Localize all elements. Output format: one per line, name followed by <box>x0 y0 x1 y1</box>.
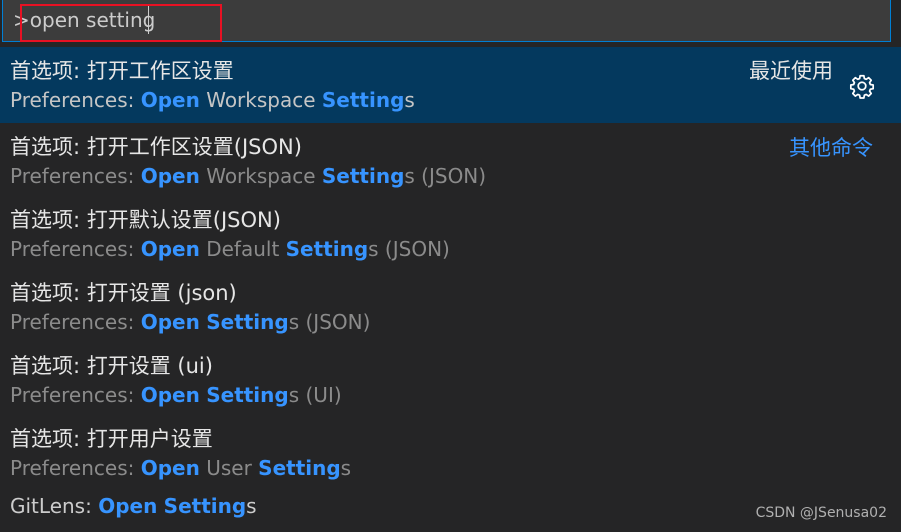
gear-icon[interactable] <box>849 73 875 99</box>
item-detail: Preferences: Open Workspace Settings <box>10 88 415 112</box>
item-label: GitLens: Open Settings <box>10 494 257 518</box>
item-detail: Preferences: Open Default Settings (JSON… <box>10 237 450 261</box>
list-item-open-user-settings[interactable]: 首选项: 打开用户设置 Preferences: Open User Setti… <box>0 415 901 488</box>
item-label: 首选项: 打开用户设置 <box>10 427 213 451</box>
item-label: 首选项: 打开工作区设置(JSON) <box>10 135 302 159</box>
item-label: 首选项: 打开默认设置(JSON) <box>10 208 281 232</box>
item-detail: Preferences: Open User Settings <box>10 456 352 480</box>
command-palette-input-area: >open setting <box>0 0 901 47</box>
list-item-open-default-settings-json[interactable]: 首选项: 打开默认设置(JSON) Preferences: Open Defa… <box>0 196 901 269</box>
item-label: 首选项: 打开设置 (json) <box>10 281 237 305</box>
command-results-list: 首选项: 打开工作区设置 Preferences: Open Workspace… <box>0 47 901 532</box>
item-detail: Preferences: Open Settings (UI) <box>10 383 342 407</box>
list-item-open-workspace-settings[interactable]: 首选项: 打开工作区设置 Preferences: Open Workspace… <box>0 47 901 123</box>
annotation-highlight-box <box>20 4 222 42</box>
item-detail: Preferences: Open Settings (JSON) <box>10 310 371 334</box>
item-label: 首选项: 打开设置 (ui) <box>10 354 213 378</box>
watermark: CSDN @JSenusa02 <box>755 505 887 521</box>
other-commands-label: 其他命令 <box>789 136 873 160</box>
list-item-open-settings-ui[interactable]: 首选项: 打开设置 (ui) Preferences: Open Setting… <box>0 342 901 415</box>
list-item-open-settings-json[interactable]: 首选项: 打开设置 (json) Preferences: Open Setti… <box>0 269 901 342</box>
item-detail: Preferences: Open Workspace Settings (JS… <box>10 164 487 188</box>
item-label: 首选项: 打开工作区设置 <box>10 59 234 83</box>
list-item-open-workspace-settings-json[interactable]: 首选项: 打开工作区设置(JSON) Preferences: Open Wor… <box>0 123 901 196</box>
recently-used-label: 最近使用 <box>749 59 833 83</box>
